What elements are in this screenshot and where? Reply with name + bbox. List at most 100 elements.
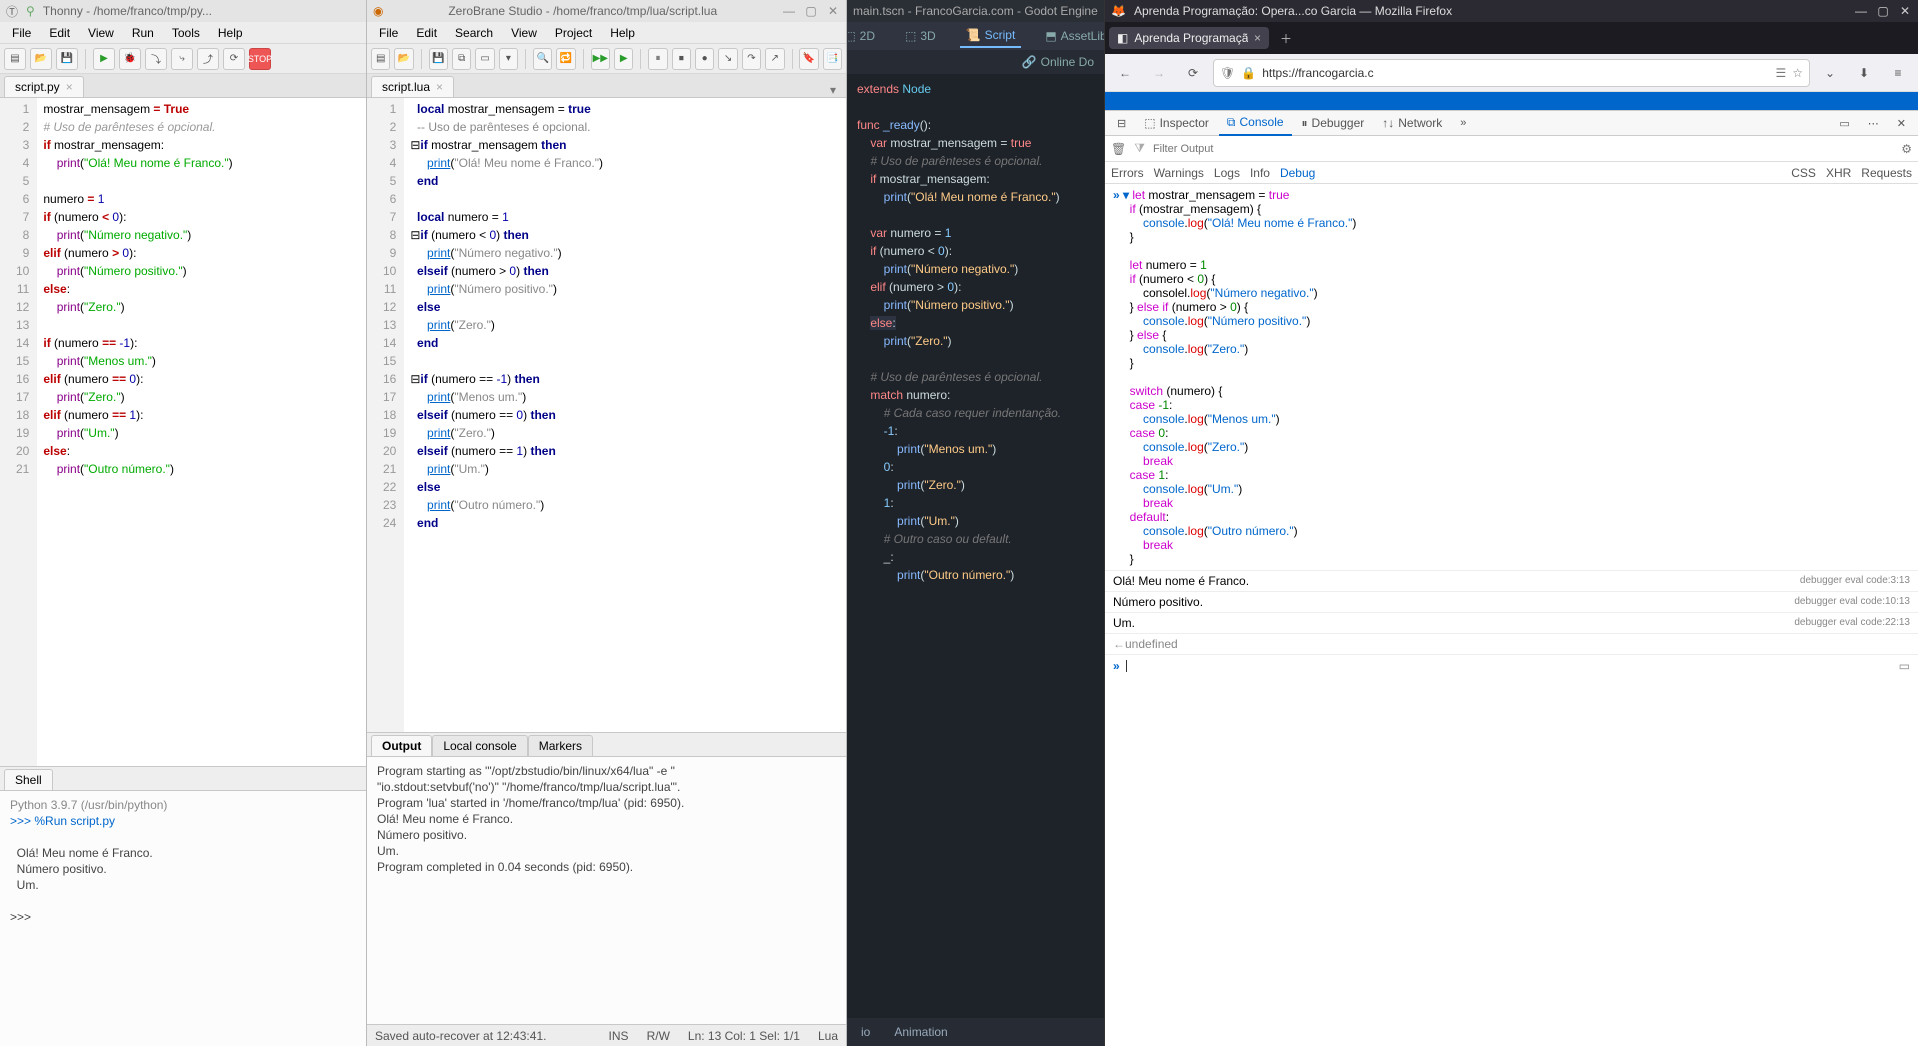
tab-script-py[interactable]: script.py× — [4, 76, 84, 97]
tab-inspector[interactable]: ⬚Inspector — [1136, 112, 1217, 134]
save-icon[interactable]: 💾 — [429, 48, 448, 70]
cat-debug[interactable]: Debug — [1280, 166, 1315, 180]
tab-markers[interactable]: Markers — [528, 735, 593, 756]
reload-icon[interactable]: ⟳ — [1179, 59, 1207, 87]
godot-editor[interactable]: extends Node func _ready(): var mostrar_… — [847, 74, 1104, 1018]
menu-edit[interactable]: Edit — [408, 24, 445, 42]
cat-requests[interactable]: Requests — [1861, 166, 1912, 180]
source[interactable]: local mostrar_mensagem = true -- Uso de … — [404, 98, 609, 732]
console-body[interactable]: » ▾ let mostrar_mensagem = true if (most… — [1105, 184, 1918, 1046]
open-icon[interactable]: 📂 — [30, 48, 52, 70]
menu-help[interactable]: Help — [210, 24, 251, 42]
minimize-icon[interactable]: — — [1854, 4, 1868, 18]
forward-icon[interactable]: → — [1145, 59, 1173, 87]
debug-icon[interactable]: 🐞 — [119, 48, 141, 70]
close-icon[interactable]: × — [436, 80, 443, 94]
console-prompt[interactable]: »▭ — [1105, 655, 1918, 677]
tablist-icon[interactable]: ▾ — [824, 83, 842, 97]
minimize-icon[interactable]: — — [782, 4, 796, 18]
tab-shell[interactable]: Shell — [4, 769, 53, 790]
lock-icon[interactable]: 🔒 — [1241, 66, 1256, 80]
menu-view[interactable]: View — [503, 24, 545, 42]
step-over-icon[interactable]: ⤵ — [145, 48, 167, 70]
cat-info[interactable]: Info — [1250, 166, 1270, 180]
reader-icon[interactable]: ☰ — [1775, 66, 1786, 80]
menu-project[interactable]: Project — [547, 24, 600, 42]
shell-body[interactable]: Python 3.9.7 (/usr/bin/python) >>> %Run … — [0, 791, 366, 1046]
tab-script[interactable]: 📜Script — [960, 24, 1022, 48]
maximize-icon[interactable]: ▢ — [804, 4, 818, 18]
pause-icon[interactable]: ⏸ — [648, 48, 667, 70]
menu-icon[interactable]: ≡ — [1884, 59, 1912, 87]
source[interactable]: mostrar_mensagem = True # Uso de parênte… — [37, 98, 238, 766]
resume-icon[interactable]: ⟳ — [223, 48, 245, 70]
tab-local-console[interactable]: Local console — [432, 735, 527, 756]
more-icon[interactable]: ⋯ — [1860, 113, 1887, 134]
run-icon[interactable]: ▶ — [93, 48, 115, 70]
menu-file[interactable]: File — [371, 24, 406, 42]
debug-icon[interactable]: ▶ — [614, 48, 633, 70]
pocket-icon[interactable]: ⌄ — [1816, 59, 1844, 87]
bottom-io[interactable]: io — [861, 1025, 870, 1039]
menu-view[interactable]: View — [80, 24, 122, 42]
trash-icon[interactable]: 🗑 — [1111, 142, 1126, 156]
menu-file[interactable]: File — [4, 24, 39, 42]
multiline-icon[interactable]: ▭ — [1899, 659, 1910, 673]
menu-run[interactable]: Run — [124, 24, 162, 42]
new-tab-button[interactable]: ＋ — [1273, 25, 1299, 51]
shield-icon[interactable]: 🛡 — [1220, 66, 1235, 80]
stepout-icon[interactable]: ↗ — [765, 48, 784, 70]
cat-xhr[interactable]: XHR — [1826, 166, 1851, 180]
close-icon[interactable]: ✕ — [826, 4, 840, 18]
saveall-icon[interactable]: ⧉ — [452, 48, 471, 70]
run-icon[interactable]: ▶▶ — [591, 48, 610, 70]
break-icon[interactable]: ● — [695, 48, 714, 70]
back-icon[interactable]: ← — [1111, 59, 1139, 87]
source[interactable]: extends Node func _ready(): var mostrar_… — [847, 74, 1071, 1018]
project-icon[interactable]: ▭ — [475, 48, 494, 70]
stepover-icon[interactable]: ↷ — [742, 48, 761, 70]
maximize-icon[interactable]: ▢ — [1876, 4, 1890, 18]
find-icon[interactable]: 🔍 — [533, 48, 552, 70]
close-icon[interactable]: ✕ — [1889, 113, 1914, 134]
tab-output[interactable]: Output — [371, 735, 432, 756]
star-icon[interactable]: ☆ — [1792, 66, 1803, 80]
step-out-icon[interactable]: ⤴ — [197, 48, 219, 70]
close-icon[interactable]: ✕ — [1898, 4, 1912, 18]
iframe-icon[interactable]: ▭ — [1831, 113, 1857, 134]
close-icon[interactable]: × — [1254, 31, 1261, 45]
cat-logs[interactable]: Logs — [1214, 166, 1240, 180]
address-bar[interactable]: 🛡 🔒 https://francogarcia.c ☰ ☆ — [1213, 59, 1810, 87]
save-icon[interactable]: 💾 — [56, 48, 78, 70]
cat-errors[interactable]: Errors — [1111, 166, 1144, 180]
zbs-editor[interactable]: 123456789101112131415161718192021222324 … — [367, 98, 846, 732]
source-location[interactable]: debugger eval code:10:13 — [1794, 595, 1910, 609]
tabs-overflow-icon[interactable]: » — [1452, 113, 1474, 133]
open-icon[interactable]: 📂 — [394, 48, 413, 70]
settings-icon[interactable]: ⚙ — [1901, 142, 1912, 156]
tab-2d[interactable]: ⬚2D — [847, 25, 881, 47]
step-into-icon[interactable]: ⤷ — [171, 48, 193, 70]
close-icon[interactable]: × — [66, 80, 73, 94]
online-docs[interactable]: Online Do — [1041, 55, 1094, 69]
bookmark-icon[interactable]: 🔖 — [799, 48, 818, 70]
source-location[interactable]: debugger eval code:3:13 — [1800, 574, 1910, 588]
menu-search[interactable]: Search — [447, 24, 501, 42]
new-icon[interactable]: ▤ — [371, 48, 390, 70]
menu-edit[interactable]: Edit — [41, 24, 78, 42]
stepin-icon[interactable]: ↘ — [718, 48, 737, 70]
stop-icon[interactable]: ⏹ — [672, 48, 691, 70]
new-icon[interactable]: ▤ — [4, 48, 26, 70]
tab-3d[interactable]: ⬚3D — [899, 25, 942, 47]
menu-tools[interactable]: Tools — [164, 24, 208, 42]
downloads-icon[interactable]: ⬇ — [1850, 59, 1878, 87]
stop-icon[interactable]: STOP — [249, 48, 271, 70]
tab-assetlib[interactable]: ⬒AssetLib — [1039, 25, 1104, 47]
browser-tab[interactable]: ◧ Aprenda Programação: Opera × — [1109, 27, 1269, 49]
tab-console[interactable]: ⧉Console — [1219, 111, 1292, 136]
cat-warnings[interactable]: Warnings — [1154, 166, 1204, 180]
tab-debugger[interactable]: ⏸Debugger — [1294, 112, 1373, 135]
source-location[interactable]: debugger eval code:22:13 — [1794, 616, 1910, 630]
thonny-editor[interactable]: 123456789101112131415161718192021 mostra… — [0, 98, 366, 766]
close-devtools-icon[interactable]: ⊟ — [1109, 113, 1134, 134]
